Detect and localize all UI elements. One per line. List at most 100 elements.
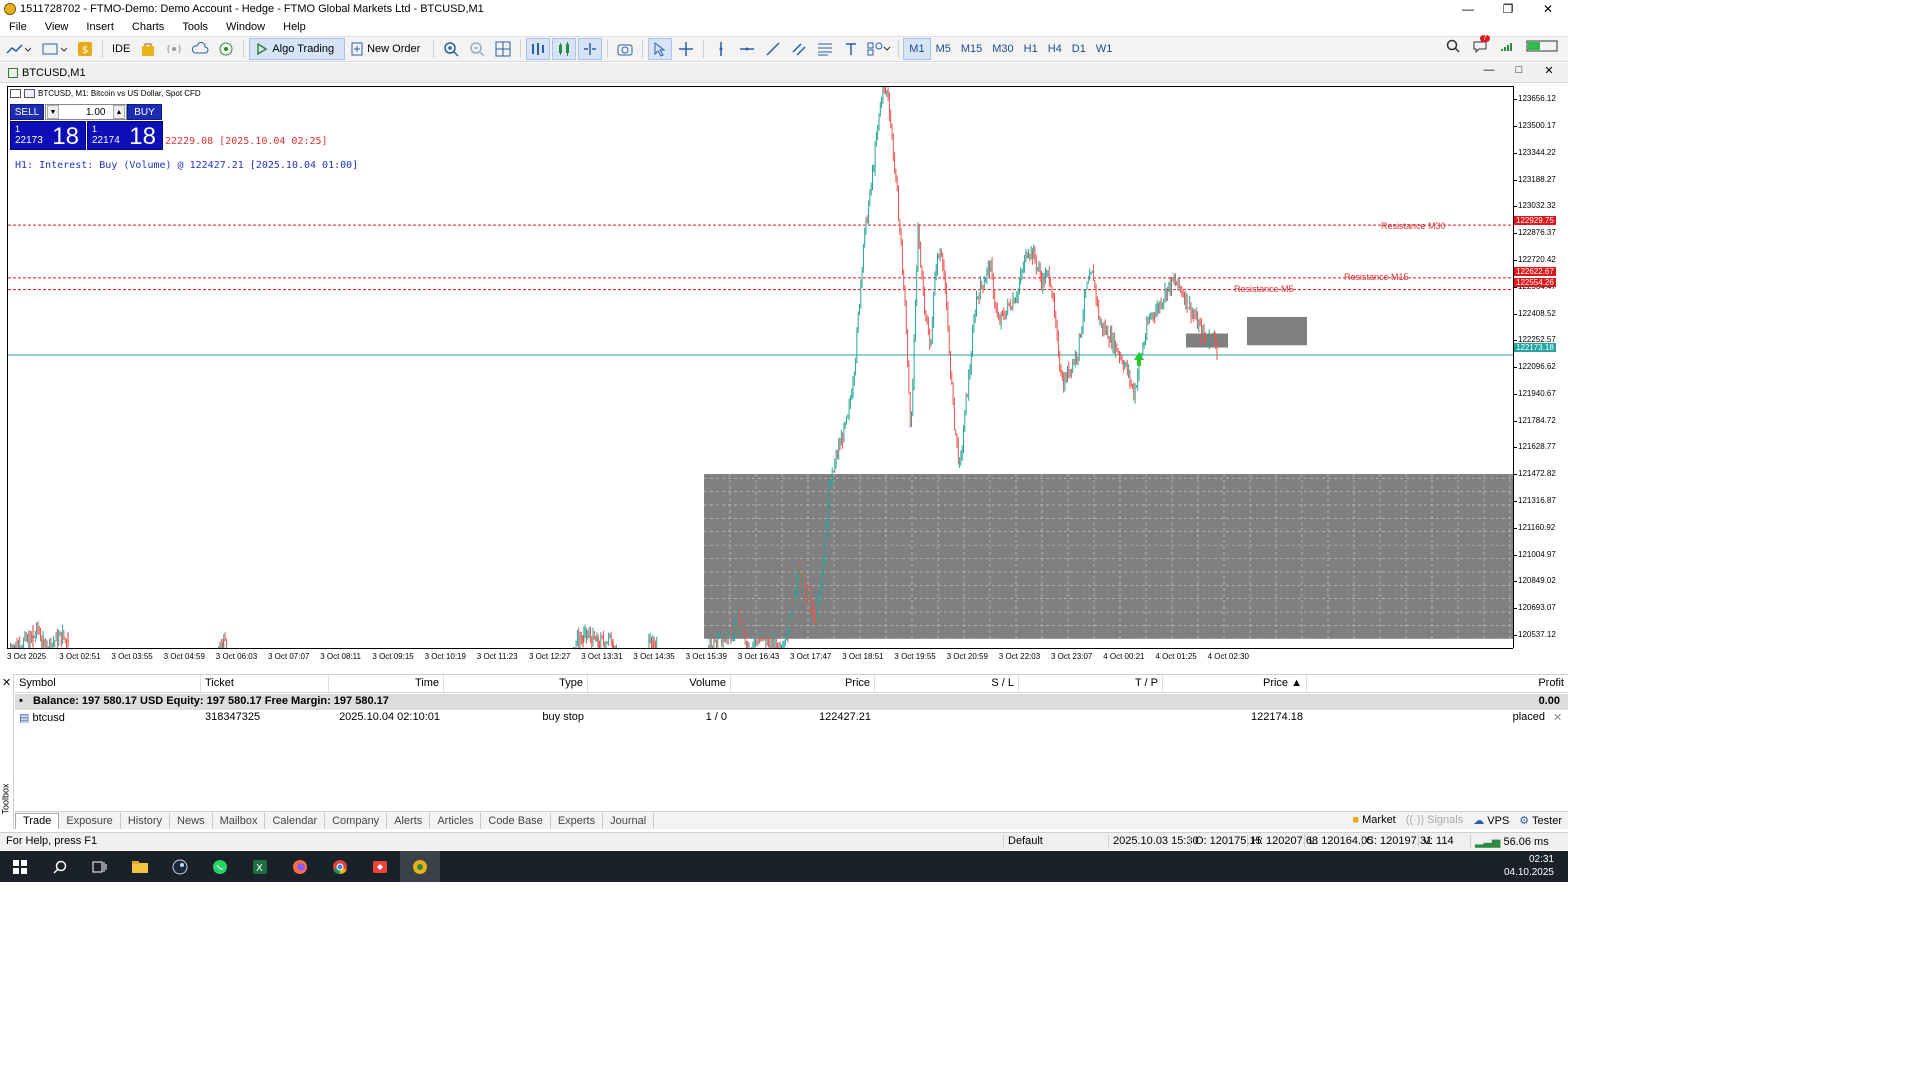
- fibonacci-icon[interactable]: [813, 38, 837, 60]
- minimize-button[interactable]: —: [1448, 0, 1488, 18]
- sell-price-box[interactable]: 1 22173 18: [10, 121, 86, 150]
- anydesk-icon[interactable]: [360, 851, 400, 882]
- col-tp[interactable]: T / P: [1019, 675, 1163, 692]
- crosshair-icon[interactable]: [674, 38, 698, 60]
- vps-link[interactable]: ☁ VPS: [1473, 814, 1509, 827]
- maximize-button[interactable]: ❐: [1488, 0, 1528, 18]
- tf-m15[interactable]: M15: [956, 38, 987, 60]
- tab-code-base[interactable]: Code Base: [481, 812, 551, 829]
- status-profile[interactable]: Default: [1003, 835, 1043, 847]
- tab-mailbox[interactable]: Mailbox: [213, 812, 266, 829]
- menu-insert[interactable]: Insert: [77, 21, 123, 33]
- col-volume[interactable]: Volume: [588, 675, 731, 692]
- metatrader-taskbar-icon[interactable]: [400, 851, 440, 882]
- col-type[interactable]: Type: [444, 675, 588, 692]
- taskbar-clock[interactable]: 02:31 04.10.2025: [1504, 853, 1554, 879]
- template-icon[interactable]: [37, 38, 71, 60]
- shapes-icon[interactable]: [865, 38, 893, 60]
- cursor-icon[interactable]: [648, 38, 673, 60]
- lot-increase-icon[interactable]: ▲: [113, 105, 125, 119]
- task-view-icon[interactable]: [80, 851, 120, 882]
- vertical-line-icon[interactable]: [709, 38, 733, 60]
- col-current-price[interactable]: Price ▲: [1163, 675, 1307, 692]
- col-price[interactable]: Price: [731, 675, 875, 692]
- line-chart-icon[interactable]: [578, 38, 603, 60]
- whatsapp-icon[interactable]: [200, 851, 240, 882]
- buy-button[interactable]: BUY: [127, 104, 162, 120]
- col-ticket[interactable]: Ticket: [201, 675, 329, 692]
- tester-link[interactable]: ⚙ Tester: [1519, 814, 1562, 827]
- menu-help[interactable]: Help: [274, 21, 315, 33]
- community-icon[interactable]: [214, 38, 238, 60]
- windows-start-icon[interactable]: [0, 851, 40, 882]
- vps-cloud-icon[interactable]: [188, 38, 212, 60]
- tf-w1[interactable]: W1: [1091, 38, 1118, 60]
- tab-calendar[interactable]: Calendar: [265, 812, 326, 829]
- chart-maximize-button[interactable]: □: [1504, 64, 1534, 77]
- market-bag-icon[interactable]: [136, 38, 160, 60]
- cancel-order-icon[interactable]: ✕: [1549, 710, 1565, 726]
- excel-icon[interactable]: X: [240, 851, 280, 882]
- tab-company[interactable]: Company: [325, 812, 388, 829]
- tf-m5[interactable]: M5: [931, 38, 956, 60]
- tab-journal[interactable]: Journal: [603, 812, 655, 829]
- tab-history[interactable]: History: [121, 812, 171, 829]
- market-watch-icon[interactable]: $: [73, 38, 97, 60]
- firefox-icon[interactable]: [280, 851, 320, 882]
- close-window-button[interactable]: ✕: [1528, 0, 1568, 18]
- zoom-in-icon[interactable]: [439, 38, 463, 60]
- candlesticks-icon[interactable]: [552, 38, 577, 60]
- tab-news[interactable]: News: [170, 812, 213, 829]
- price-axis[interactable]: 123656.12 123500.17 123344.22 123188.27 1230…: [1513, 86, 1568, 648]
- menu-window[interactable]: Window: [217, 21, 274, 33]
- algo-trading-button[interactable]: Algo Trading: [249, 38, 346, 60]
- trendline-icon[interactable]: [761, 38, 785, 60]
- bar-chart-icon[interactable]: [526, 38, 551, 60]
- zoom-out-icon[interactable]: [465, 38, 489, 60]
- chart-indicator-icon[interactable]: [24, 89, 35, 98]
- tf-m30[interactable]: M30: [987, 38, 1018, 60]
- menu-view[interactable]: View: [36, 21, 78, 33]
- lot-size-input[interactable]: ▼ 1.00 ▲: [45, 104, 127, 120]
- signals-link[interactable]: ((·)) Signals: [1406, 814, 1463, 827]
- table-row[interactable]: ▤ btcusd 318347325 2025.10.04 02:10:01 b…: [15, 710, 1568, 726]
- screenshot-icon[interactable]: [613, 38, 637, 60]
- order-tp[interactable]: [1019, 710, 1163, 726]
- chart-minimize-button[interactable]: —: [1474, 64, 1504, 77]
- text-tool-icon[interactable]: [839, 38, 863, 60]
- toolbox-close-icon[interactable]: ✕: [2, 676, 11, 689]
- tile-windows-icon[interactable]: [491, 38, 515, 60]
- taskbar-search-icon[interactable]: [40, 851, 80, 882]
- search-icon[interactable]: [1446, 39, 1460, 56]
- chart-properties-icon[interactable]: [10, 89, 21, 98]
- sell-button[interactable]: SELL: [10, 104, 44, 120]
- balance-row[interactable]: • Balance: 197 580.17 USD Equity: 197 58…: [15, 694, 1568, 710]
- tab-trade[interactable]: Trade: [15, 812, 60, 829]
- channel-icon[interactable]: [787, 38, 811, 60]
- tab-alerts[interactable]: Alerts: [387, 812, 431, 829]
- col-symbol[interactable]: Symbol: [15, 675, 201, 692]
- time-axis[interactable]: 3 Oct 2025 3 Oct 02:51 3 Oct 03:55 3 Oct 04…: [7, 648, 1513, 664]
- buy-price-box[interactable]: 1 22174 18: [87, 121, 163, 150]
- col-sl[interactable]: S / L: [875, 675, 1019, 692]
- file-explorer-icon[interactable]: [120, 851, 160, 882]
- lot-decrease-icon[interactable]: ▼: [47, 105, 59, 119]
- tf-d1[interactable]: D1: [1067, 38, 1091, 60]
- notifications-icon[interactable]: 7: [1472, 35, 1490, 56]
- price-chart[interactable]: [8, 87, 1513, 648]
- chrome-icon[interactable]: [320, 851, 360, 882]
- tab-experts[interactable]: Experts: [551, 812, 604, 829]
- ide-button[interactable]: IDE: [108, 38, 134, 60]
- tf-m1[interactable]: M1: [903, 38, 931, 60]
- menu-charts[interactable]: Charts: [123, 21, 173, 33]
- chart-type-icon[interactable]: [1, 38, 35, 60]
- chart-close-button[interactable]: ✕: [1534, 64, 1564, 77]
- new-order-button[interactable]: New Order: [347, 38, 428, 60]
- market-link[interactable]: ■ Market: [1352, 814, 1395, 827]
- signals-icon[interactable]: [162, 38, 186, 60]
- col-profit[interactable]: Profit: [1307, 675, 1568, 692]
- horizontal-line-icon[interactable]: [735, 38, 759, 60]
- menu-file[interactable]: File: [0, 21, 36, 33]
- tf-h4[interactable]: H4: [1043, 38, 1067, 60]
- steam-icon[interactable]: [160, 851, 200, 882]
